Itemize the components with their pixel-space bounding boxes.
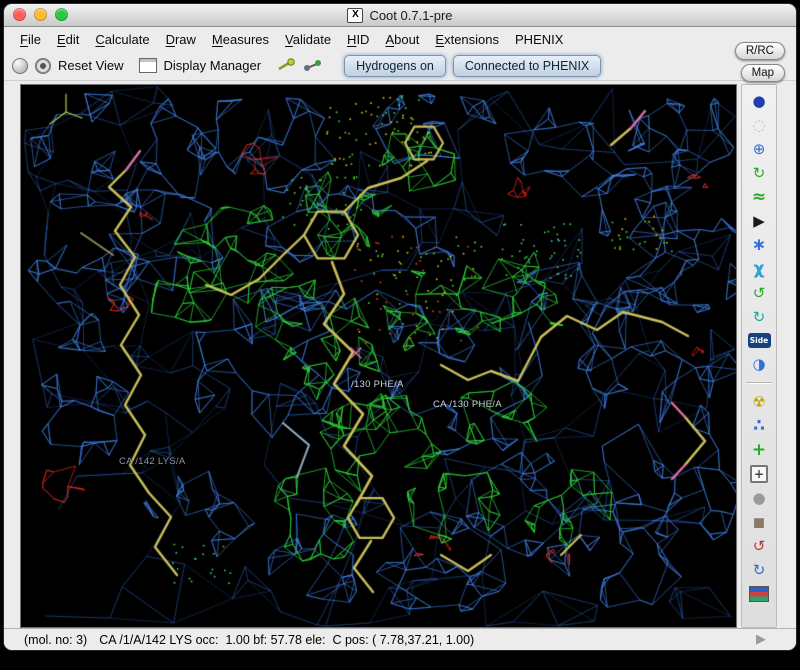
zoom-button[interactable]	[55, 8, 68, 21]
rotate-translate-zone-icon[interactable]: ⊕	[746, 138, 772, 160]
mol-number-status: (mol. no: 3)	[24, 633, 87, 647]
menu-about[interactable]: About	[377, 29, 427, 50]
menu-validate[interactable]: Validate	[277, 29, 339, 50]
menu-phenix[interactable]: PHENIX	[507, 29, 571, 50]
coot-window: X Coot 0.7.1-pre FileEditCalculateDrawMe…	[4, 4, 796, 650]
edit-chi-angles-icon[interactable]: χ	[746, 258, 772, 280]
title-bar[interactable]: X Coot 0.7.1-pre	[4, 4, 796, 27]
atom-info-status: CA /1/A/142 LYS occ: 1.00 bf: 57.78 ele:…	[99, 633, 474, 647]
side-toolbar-separator	[746, 382, 772, 384]
minimize-button[interactable]	[34, 8, 47, 21]
mutate-icon[interactable]: ☢	[746, 391, 772, 413]
menu-edit[interactable]: Edit	[49, 29, 87, 50]
menu-hid[interactable]: HID	[339, 29, 377, 50]
phenix-connection-button[interactable]: Connected to PHENIX	[453, 55, 601, 77]
atom-label: /130 PHE/A	[351, 379, 404, 390]
x11-app-icon: X	[347, 8, 363, 23]
reset-view-icon[interactable]	[12, 58, 28, 74]
menu-measures[interactable]: Measures	[204, 29, 277, 50]
main-toolbar: Reset View Display Manager Hydrogens on …	[4, 51, 796, 81]
go-to-residue-icon[interactable]	[303, 58, 323, 73]
map-sphere-icon[interactable]: ●	[746, 90, 772, 112]
place-atom-icon[interactable]: +	[750, 465, 768, 483]
status-bar: (mol. no: 3) CA /1/A/142 LYS occ: 1.00 b…	[4, 628, 796, 650]
grey-atom-icon[interactable]: ●	[746, 487, 772, 509]
atom-label: CA /142 LYS/A	[119, 456, 186, 467]
side-chain-flip-icon[interactable]: Side	[748, 333, 771, 348]
statusbar-arrow-button[interactable]: ▶	[756, 632, 766, 647]
close-button[interactable]	[13, 8, 26, 21]
delete-item-icon[interactable]: ◼	[746, 511, 772, 533]
add-terminal-residue-icon[interactable]: +	[746, 439, 772, 461]
window-title: Coot 0.7.1-pre	[369, 8, 452, 23]
hydrogens-toggle-button[interactable]: Hydrogens on	[344, 55, 446, 77]
regularize-zone-icon[interactable]: ∗	[746, 234, 772, 256]
map-button[interactable]: Map	[741, 64, 785, 82]
side-toolbar: ●◌⊕↻≈▶∗χ↺↻Side◑☢∴++●◼↺↻	[741, 84, 777, 628]
auto-fit-rotamer-icon[interactable]: ↻	[746, 162, 772, 184]
add-alt-conf-icon[interactable]: ∴	[746, 415, 772, 437]
display-manager-button[interactable]: Display Manager	[164, 58, 262, 73]
undo-icon[interactable]: ↺	[746, 535, 772, 557]
jed-flip-icon[interactable]: ↻	[746, 306, 772, 328]
flag-icon[interactable]	[749, 586, 769, 602]
menu-draw[interactable]: Draw	[158, 29, 204, 50]
go-to-atom-icon[interactable]	[276, 58, 296, 73]
content-area: /130 PHE/ACA /130 PHE/ACA /142 LYS/A ●◌⊕…	[4, 81, 796, 628]
redo-icon[interactable]: ↻	[746, 559, 772, 581]
gl-viewport: /130 PHE/A CA /130 PHE/A CA /142 LYS/A	[20, 84, 737, 628]
real-space-refine-icon[interactable]: ≈	[746, 186, 772, 208]
reset-view-button[interactable]: Reset View	[58, 58, 124, 73]
menubar: FileEditCalculateDrawMeasuresValidateHID…	[4, 27, 796, 51]
backrub-rotamer-icon[interactable]: ◑	[746, 353, 772, 375]
recentre-icon[interactable]	[35, 58, 51, 74]
menu-extensions[interactable]: Extensions	[427, 29, 507, 50]
sphere-refine-icon[interactable]: ◌	[746, 114, 772, 136]
atom-label: CA /130 PHE/A	[433, 399, 502, 410]
window-title-group: X Coot 0.7.1-pre	[347, 8, 452, 23]
pointer-icon[interactable]: ▶	[746, 210, 772, 232]
gl-canvas[interactable]	[21, 85, 736, 627]
flip-peptide-icon[interactable]: ↺	[746, 282, 772, 304]
display-manager-icon[interactable]	[139, 58, 157, 73]
menu-file[interactable]: File	[12, 29, 49, 50]
rrc-button[interactable]: R/RC	[735, 42, 785, 60]
menu-calculate[interactable]: Calculate	[87, 29, 157, 50]
